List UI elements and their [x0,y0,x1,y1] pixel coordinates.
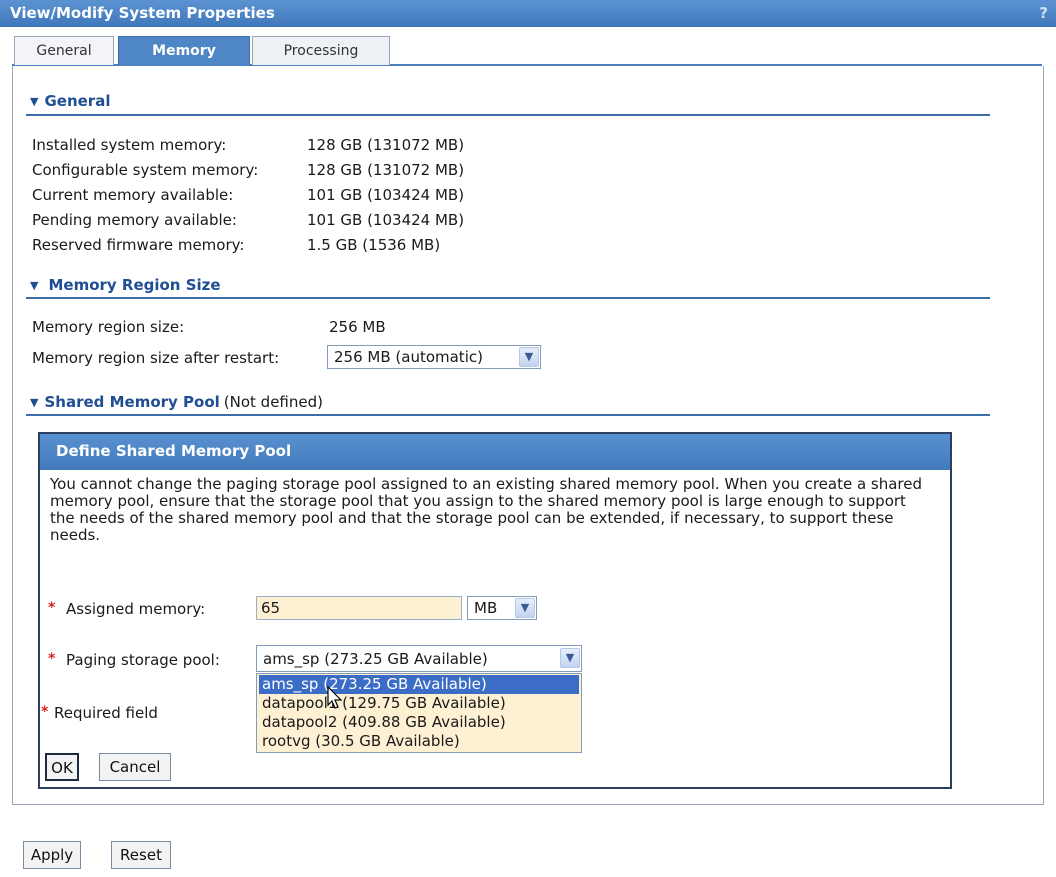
region-size-value: 256 MB [329,318,386,336]
dialog-description: You cannot change the paging storage poo… [50,475,923,544]
dialog-header: Define Shared Memory Pool [40,434,950,470]
collapse-triangle-icon: ▼ [30,279,39,292]
installed-memory-value: 128 GB (131072 MB) [307,136,465,154]
assigned-memory-value: 65 [261,599,281,617]
paging-pool-dropdown-list[interactable]: ams_sp (273.25 GB Available) datapool1 (… [256,673,582,753]
mouse-cursor-icon [327,686,343,709]
section-divider [26,414,990,416]
tab-memory[interactable]: Memory [118,36,250,65]
firmware-memory-value: 1.5 GB (1536 MB) [307,236,441,254]
cancel-button[interactable]: Cancel [99,753,171,781]
window-title: View/Modify System Properties [10,4,275,22]
paging-pool-label: Paging storage pool: [66,651,220,669]
ok-button[interactable]: OK [45,753,79,781]
required-marker: * [48,651,56,667]
required-marker: * [48,600,56,616]
paging-pool-option[interactable]: datapool2 (409.88 GB Available) [259,713,579,732]
pending-memory-value: 101 GB (103424 MB) [307,211,465,229]
paging-pool-option[interactable]: datapool1 (129.75 GB Available) [259,694,579,713]
required-field-note: Required field [54,704,158,722]
configurable-memory-label: Configurable system memory: [32,161,259,179]
collapse-triangle-icon: ▼ [30,95,39,108]
help-icon[interactable]: ? [1039,4,1048,22]
reset-button[interactable]: Reset [111,841,171,869]
region-section-header[interactable]: ▼ Memory Region Size [30,276,221,294]
paging-pool-select[interactable]: ams_sp (273.25 GB Available) ▼ [256,645,582,672]
region-after-restart-label: Memory region size after restart: [32,349,280,367]
tab-processing[interactable]: Processing [252,36,390,65]
firmware-memory-label: Reserved firmware memory: [32,236,245,254]
region-section-title: Memory Region Size [48,276,221,294]
chevron-down-icon[interactable]: ▼ [519,347,539,367]
general-section-title: General [44,92,111,110]
region-size-select[interactable]: 256 MB (automatic) ▼ [327,345,541,369]
window-title-bar: View/Modify System Properties ? [0,0,1056,27]
current-memory-value: 101 GB (103424 MB) [307,186,465,204]
apply-button[interactable]: Apply [23,841,81,869]
configurable-memory-value: 128 GB (131072 MB) [307,161,465,179]
memory-unit-value: MB [474,599,498,617]
dialog-title: Define Shared Memory Pool [56,442,292,460]
memory-unit-select[interactable]: MB ▼ [467,596,537,620]
required-marker: * [41,704,49,720]
section-divider [26,114,990,116]
chevron-down-icon[interactable]: ▼ [560,648,580,668]
shared-pool-status: (Not defined) [223,393,323,411]
general-section-header[interactable]: ▼ General [30,92,110,110]
current-memory-label: Current memory available: [32,186,234,204]
shared-section-title: Shared Memory Pool [44,393,220,411]
assigned-memory-label: Assigned memory: [66,600,206,618]
paging-pool-value: ams_sp (273.25 GB Available) [263,650,488,668]
section-divider [26,297,990,299]
collapse-triangle-icon: ▼ [30,396,39,409]
installed-memory-label: Installed system memory: [32,136,227,154]
paging-pool-option[interactable]: rootvg (30.5 GB Available) [259,732,579,751]
assigned-memory-input[interactable]: 65 [256,596,462,620]
shared-section-header[interactable]: ▼ Shared Memory Pool (Not defined) [30,393,323,411]
paging-pool-option[interactable]: ams_sp (273.25 GB Available) [259,675,579,694]
tab-general[interactable]: General [14,36,114,65]
chevron-down-icon[interactable]: ▼ [515,598,535,618]
pending-memory-label: Pending memory available: [32,211,237,229]
region-size-label: Memory region size: [32,318,185,336]
region-size-select-value: 256 MB (automatic) [334,348,483,366]
